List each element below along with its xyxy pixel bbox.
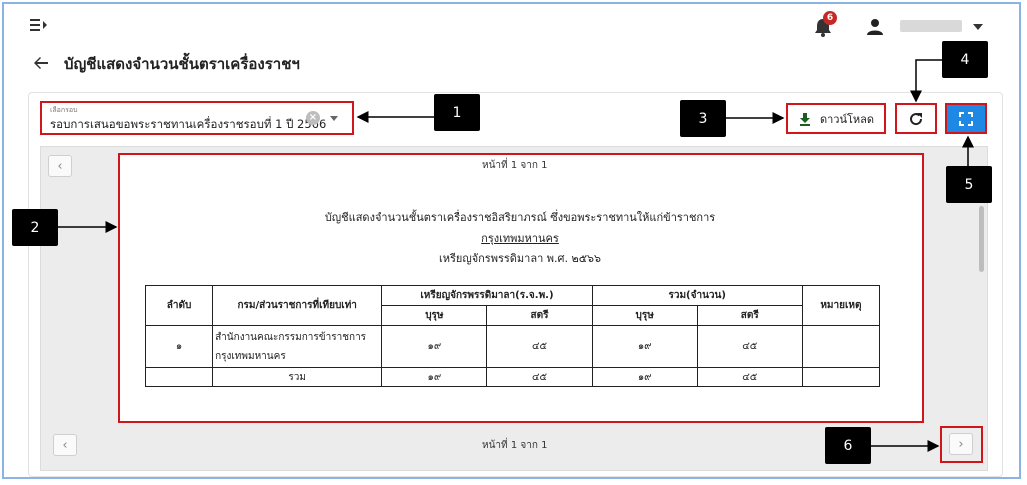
round-select-label: เลือกรอบ xyxy=(50,106,78,114)
cell-org: สำนักงานคณะกรรมการข้าราชการกรุงเทพมหานคร xyxy=(212,325,383,368)
download-icon xyxy=(799,112,810,126)
chevron-left-icon: ‹ xyxy=(57,158,63,174)
callout-2: 2 xyxy=(12,209,58,246)
menu-collapse-icon[interactable] xyxy=(30,18,48,32)
document-title-line-3: เหรียญจักรพรรดิมาลา พ.ศ. ๒๕๖๖ xyxy=(438,252,602,265)
cell-total-total-male: ๑๙ xyxy=(591,367,698,387)
table-total-row: รวม ๑๙ ๔๕ ๑๙ ๔๕ xyxy=(144,367,881,387)
download-button[interactable]: ดาวน์โหลด xyxy=(786,103,886,134)
back-arrow-icon[interactable] xyxy=(32,54,50,72)
user-menu-caret-icon[interactable] xyxy=(973,24,983,30)
cell-total-label: รวม xyxy=(212,367,383,387)
cell-total-seq xyxy=(144,367,214,387)
download-button-label: ดาวน์โหลด xyxy=(819,112,875,126)
refresh-icon xyxy=(910,112,923,125)
cell-total-male: ๑๙ xyxy=(591,325,698,368)
cell-remark xyxy=(801,325,881,368)
user-name-blurred[interactable] xyxy=(900,20,962,32)
col-medal-header: เหรียญจักรพรรดิมาลา(ร.จ.พ.) xyxy=(381,285,593,306)
col-total-female-header: สตรี xyxy=(696,305,803,326)
col-total-male-header: บุรุษ xyxy=(591,305,698,326)
page-title: บัญชีแสดงจำนวนชั้นตราเครื่องราชฯ xyxy=(64,55,300,73)
document-title-line-2: กรุงเทพมหานคร xyxy=(481,232,559,245)
cell-total-medal-male: ๑๙ xyxy=(381,367,488,387)
cell-seq: ๑ xyxy=(144,325,214,368)
fullscreen-button[interactable] xyxy=(945,103,987,134)
cell-total-remark xyxy=(801,367,881,387)
table-row: ๑ สำนักงานคณะกรรมการข้าราชการกรุงเทพมหาน… xyxy=(144,325,881,368)
callout-3: 3 xyxy=(680,100,726,137)
prev-page-button-top[interactable]: ‹ xyxy=(48,155,72,177)
fullscreen-icon xyxy=(959,111,973,126)
col-medal-female-header: สตรี xyxy=(486,305,593,326)
page-indicator-top: หน้าที่ 1 จาก 1 xyxy=(482,160,548,171)
notification-badge: 6 xyxy=(823,11,837,25)
col-total-header: รวม(จำนวน) xyxy=(591,285,803,306)
cell-medal-male: ๑๙ xyxy=(381,325,488,368)
cell-total-total-female: ๔๕ xyxy=(696,367,803,387)
callout-4: 4 xyxy=(942,41,988,78)
cell-total-medal-female: ๔๕ xyxy=(486,367,593,387)
col-org-header: กรม/ส่วนราชการที่เทียบเท่า xyxy=(212,285,383,326)
col-remark-header: หมายเหตุ xyxy=(801,285,881,326)
clear-icon[interactable]: × xyxy=(306,111,320,125)
chevron-left-icon: ‹ xyxy=(62,437,68,453)
cell-medal-female: ๔๕ xyxy=(486,325,593,368)
prev-page-button-bottom[interactable]: ‹ xyxy=(53,434,77,456)
user-avatar-icon[interactable] xyxy=(866,18,884,36)
round-select-value[interactable]: รอบการเสนอขอพระราชทานเครื่องราชรอบที่ 1 … xyxy=(50,116,326,134)
viewer-scrollbar[interactable] xyxy=(979,206,984,272)
col-medal-male-header: บุรุษ xyxy=(381,305,488,326)
chevron-right-icon: › xyxy=(958,436,964,452)
report-table: ลำดับ กรม/ส่วนราชการที่เทียบเท่า เหรียญจ… xyxy=(144,285,881,387)
callout-5: 5 xyxy=(946,166,992,203)
page-indicator-bottom: หน้าที่ 1 จาก 1 xyxy=(482,440,548,451)
document-title-line-1: บัญชีแสดงจำนวนชั้นตราเครื่องราชอิสริยาภร… xyxy=(324,211,716,224)
callout-6: 6 xyxy=(825,427,871,464)
refresh-button[interactable] xyxy=(895,103,937,134)
callout-1: 1 xyxy=(434,94,480,131)
next-page-button-bottom[interactable]: › xyxy=(949,433,973,455)
cell-total-female: ๔๕ xyxy=(696,325,803,368)
col-seq-header: ลำดับ xyxy=(144,285,214,326)
dropdown-caret-icon[interactable] xyxy=(330,116,338,121)
